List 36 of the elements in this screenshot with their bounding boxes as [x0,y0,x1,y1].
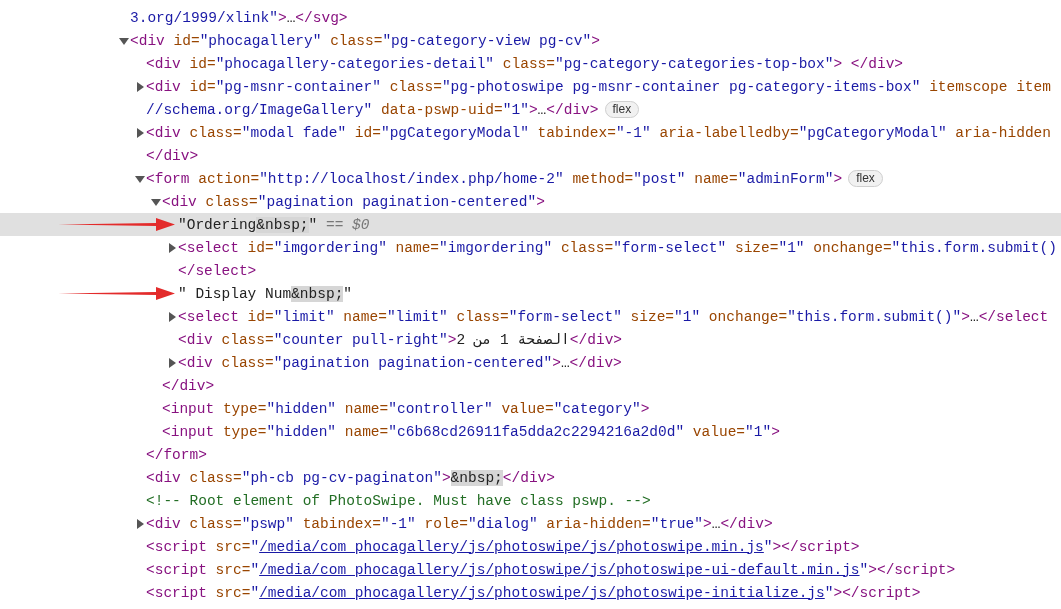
layout-badge[interactable]: flex [604,101,640,118]
code-line[interactable]: </div> [162,377,215,394]
link[interactable]: /media/com_phocagallery/js/photoswipe/js/photoswipe-ui-default.min.js [259,561,860,578]
code-line[interactable]: " Display Num&nbsp;" [178,285,353,302]
link[interactable]: /media/com_phocagallery/js/photoswipe/js/photoswipe.min.js [259,538,764,555]
link[interactable]: /media/com_phocagallery/js/photoswipe/js/photoswipe-initialize.js [259,584,825,601]
code-line[interactable]: </form> [146,446,207,463]
disclosure-triangle-icon[interactable] [134,126,146,139]
code-line[interactable]: <div class="ph-cb pg-cv-paginaton">&nbsp;</div> [146,469,555,486]
code-line[interactable]: <div class="pagination pagination-centered">…</div> [178,354,622,371]
disclosure-triangle-icon[interactable] [134,517,146,530]
code-line[interactable]: //schema.org/ImageGallery" data-pswp-uid="1">…</div> [146,101,599,118]
code-line[interactable]: <script src="/media/com_phocagallery/js/photoswipe/js/photoswipe-initialize.js"></script> [146,584,921,601]
code-line[interactable]: <script src="/media/com_phocagallery/js/photoswipe/js/photoswipe.min.js"></script> [146,538,860,555]
disclosure-triangle-icon[interactable] [166,241,178,254]
code-line[interactable]: <div class="pagination pagination-centered"> [162,193,545,210]
code-line[interactable]: <select id="imgordering" name="imgordering" class="form-select" size="1" onchange="this.form.submit() [178,239,1057,256]
code-line[interactable]: 3.org/1999/xlink">…</svg> [130,9,348,26]
code-line[interactable]: <div id="phocagallery" class="pg-category-view pg-cv"> [130,32,600,49]
disclosure-triangle-icon[interactable] [134,80,146,93]
code-line[interactable]: <div id="pg-msnr-container" class="pg-photoswipe pg-msnr-container pg-category-items-box" itemscope item [146,78,1051,95]
disclosure-triangle-icon[interactable] [166,310,178,323]
code-line[interactable]: <form action="http://localhost/index.php/home-2" method="post" name="adminForm"> [146,170,843,187]
code-line[interactable]: <script src="/media/com_phocagallery/js/photoswipe/js/photoswipe-ui-default.min.js"></script> [146,561,956,578]
code-line[interactable]: <select id="limit" name="limit" class="form-select" size="1" onchange="this.form.submit()">…</select [178,308,1049,325]
code-line[interactable]: </div> [146,147,199,164]
code-line[interactable]: <div id="phocagallery-categories-detail" class="pg-category-categories-top-box"> </div> [146,55,904,72]
code-line[interactable]: </select> [178,262,257,279]
html-comment[interactable]: <!-- Root element of PhotoSwipe. Must have class pswp. --> [146,492,651,509]
code-line[interactable]: <input type="hidden" name="c6b68cd26911fa5dda2c2294216a2d0d" value="1"> [162,423,780,440]
code-line[interactable]: <div class="modal fade" id="pgCategoryModal" tabindex="-1" aria-labelledby="pgCategoryModal" aria-hidden [146,124,1052,141]
disclosure-triangle-icon[interactable] [166,356,178,369]
code-line[interactable]: <div class="pswp" tabindex="-1" role="dialog" aria-hidden="true">…</div> [146,515,773,532]
code-line[interactable]: <input type="hidden" name="controller" value="category"> [162,400,650,417]
layout-badge[interactable]: flex [848,170,883,187]
code-line[interactable]: "Ordering&nbsp;" == $0 [178,216,370,233]
